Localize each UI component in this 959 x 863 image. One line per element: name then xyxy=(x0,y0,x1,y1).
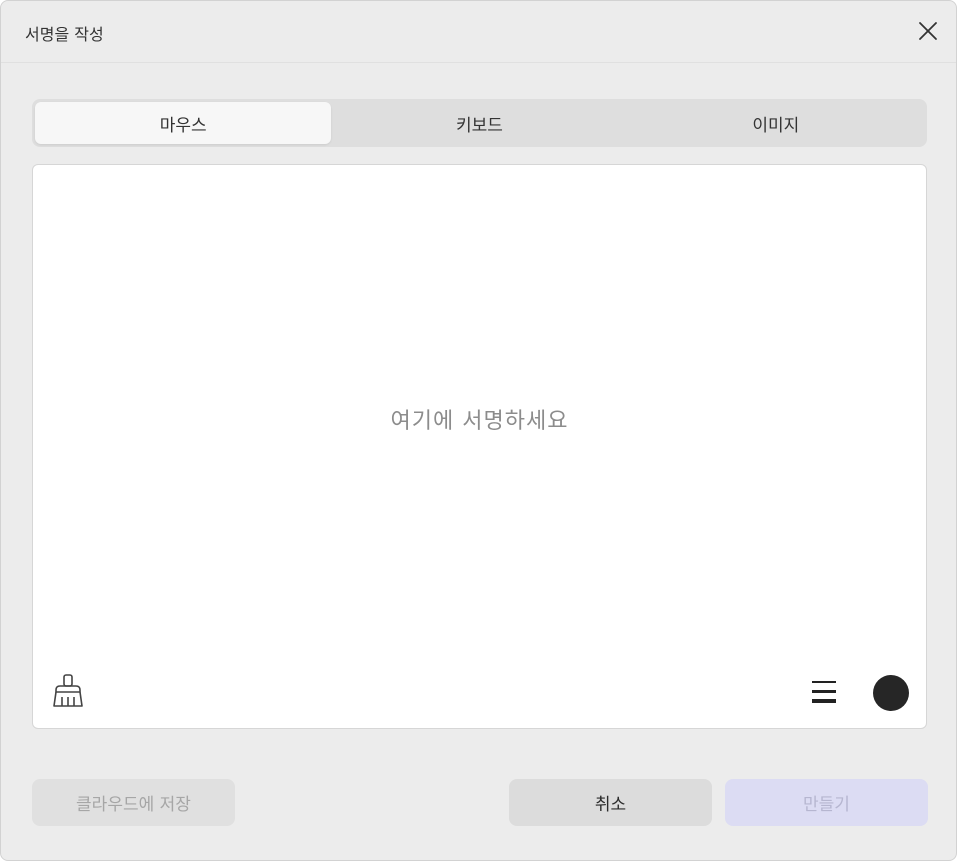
tab-image[interactable]: 이미지 xyxy=(628,102,924,144)
line-thickness-icon[interactable] xyxy=(811,678,839,706)
signature-canvas[interactable]: 여기에 서명하세요 xyxy=(32,164,927,729)
save-to-cloud-button[interactable]: 클라우드에 저장 xyxy=(32,779,235,826)
input-mode-tabs: 마우스 키보드 이미지 xyxy=(32,99,927,147)
signature-placeholder: 여기에 서명하세요 xyxy=(390,409,569,434)
signature-dialog: 서명을 작성 마우스 키보드 이미지 여기에 서명하세요 클라우드에 저장 취소… xyxy=(0,0,957,861)
cancel-button[interactable]: 취소 xyxy=(509,779,712,826)
dialog-titlebar: 서명을 작성 xyxy=(1,1,956,63)
tab-mouse[interactable]: 마우스 xyxy=(35,102,332,144)
dialog-title: 서명을 작성 xyxy=(25,25,104,44)
broom-icon[interactable] xyxy=(51,673,85,709)
close-icon[interactable] xyxy=(916,19,940,43)
pen-color-swatch[interactable] xyxy=(873,675,909,711)
tab-keyboard[interactable]: 키보드 xyxy=(331,102,627,144)
create-button[interactable]: 만들기 xyxy=(725,779,928,826)
